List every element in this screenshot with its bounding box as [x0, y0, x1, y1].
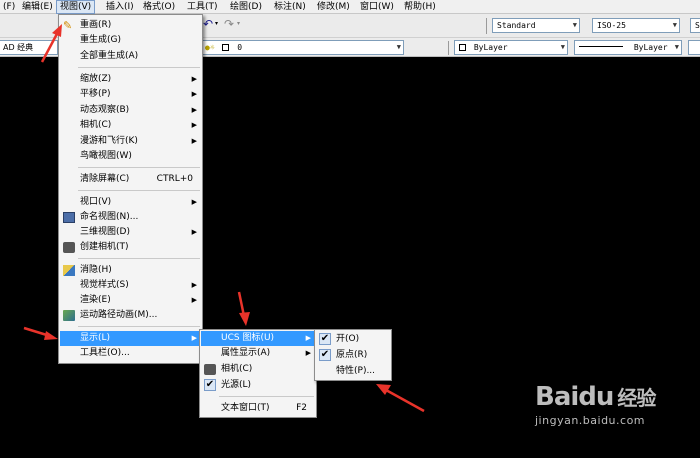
watermark-url: jingyan.baidu.com [535, 414, 646, 427]
baidu-watermark: Baidu 经验 jingyan.baidu.com [535, 382, 656, 427]
watermark-brand-zh: 经验 [617, 386, 656, 410]
annotation-arrow-bottom [376, 384, 425, 413]
watermark-brand: Baidu [535, 382, 614, 412]
annotation-arrow-left [23, 326, 58, 340]
annotation-arrow-top [40, 24, 62, 63]
annotation-arrow-mid [237, 291, 250, 326]
baidu-logo: Baidu 经验 [535, 382, 656, 412]
